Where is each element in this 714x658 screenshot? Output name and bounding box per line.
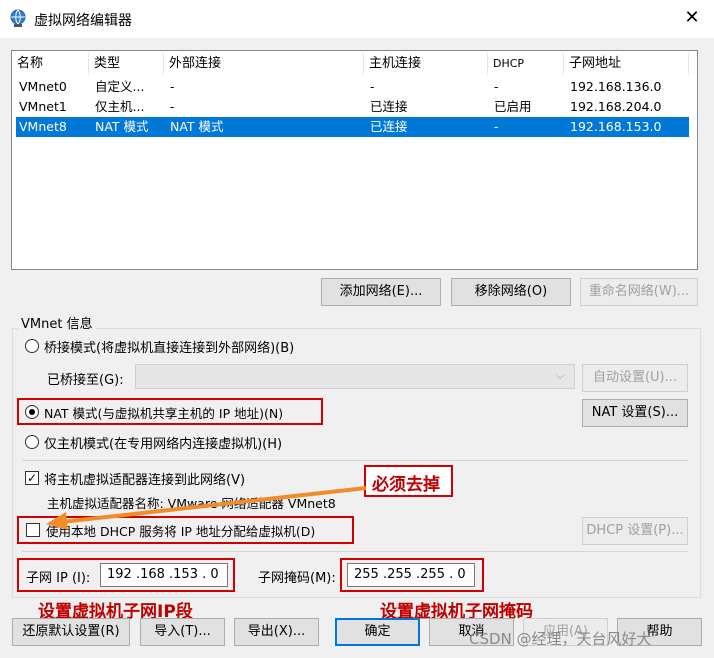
window-title: 虚拟网络编辑器 <box>34 13 132 29</box>
row-type: 自定义... <box>95 79 145 94</box>
row-external: - <box>170 99 175 114</box>
row-dhcp: - <box>494 79 499 94</box>
must-remove-annotation: 必须去掉 <box>372 475 440 495</box>
row-subnet: 192.168.153.0 <box>570 119 662 134</box>
connect-adapter-checkbox[interactable]: ✓ <box>25 471 39 485</box>
row-subnet: 192.168.204.0 <box>570 99 662 114</box>
close-icon[interactable]: ✕ <box>680 6 704 30</box>
export-button[interactable]: 导出(X)... <box>234 618 319 646</box>
vmnet-info-label: VMnet 信息 <box>18 313 96 332</box>
row-name: VMnet1 <box>19 99 67 114</box>
network-globe-icon <box>10 9 26 27</box>
column-header-external[interactable]: 外部连接 <box>164 53 364 75</box>
bridged-to-select[interactable] <box>135 364 575 389</box>
hostonly-radio[interactable] <box>25 435 39 449</box>
dhcp-checkbox[interactable] <box>26 523 40 537</box>
dhcp-settings-button[interactable]: DHCP 设置(P)... <box>582 517 688 545</box>
table-row-selected[interactable]: VMnet8 NAT 模式 NAT 模式 已连接 - 192.168.153.0 <box>16 117 689 137</box>
nat-settings-button[interactable]: NAT 设置(S)... <box>582 399 688 427</box>
row-external: NAT 模式 <box>170 119 224 134</box>
bridged-to-label: 已桥接至(G): <box>47 373 124 388</box>
chevron-down-icon: ⌵ <box>556 369 565 382</box>
table-row[interactable]: VMnet0 自定义... - - - 192.168.136.0 <box>16 77 689 97</box>
column-header-name[interactable]: 名称 <box>12 53 89 75</box>
subnet-ip-input[interactable]: 192 .168 .153 . 0 <box>100 563 228 587</box>
divider <box>22 460 688 461</box>
row-dhcp: 已启用 <box>494 99 532 114</box>
restore-defaults-button[interactable]: 还原默认设置(R) <box>12 618 130 646</box>
hostonly-label: 仅主机模式(在专用网络内连接虚拟机)(H) <box>44 437 283 452</box>
network-table[interactable]: 名称 类型 外部连接 主机连接 DHCP 子网地址 VMnet0 自定义... … <box>11 50 698 270</box>
row-host: - <box>370 79 375 94</box>
remove-network-button[interactable]: 移除网络(O) <box>451 278 571 306</box>
subnet-ip-label: 子网 IP (I): <box>26 571 91 586</box>
row-type: NAT 模式 <box>95 119 149 134</box>
rename-network-button[interactable]: 重命名网络(W)... <box>580 278 698 306</box>
row-dhcp: - <box>494 119 499 134</box>
bridged-radio[interactable] <box>25 339 39 353</box>
row-host: 已连接 <box>370 99 408 114</box>
column-header-dhcp[interactable]: DHCP <box>488 53 564 75</box>
divider <box>22 551 688 552</box>
row-name: VMnet0 <box>19 79 67 94</box>
column-header-type[interactable]: 类型 <box>89 53 164 75</box>
subnet-mask-label: 子网掩码(M): <box>258 571 336 586</box>
row-name: VMnet8 <box>19 119 67 134</box>
annotation-arrow <box>46 486 367 530</box>
row-external: - <box>170 79 175 94</box>
subnet-mask-input[interactable]: 255 .255 .255 . 0 <box>347 563 475 587</box>
watermark: CSDN @经理，天台风好大 <box>469 630 652 648</box>
auto-settings-button[interactable]: 自动设置(U)... <box>582 364 688 392</box>
row-host: 已连接 <box>370 119 408 134</box>
row-subnet: 192.168.136.0 <box>570 79 662 94</box>
ok-button[interactable]: 确定 <box>335 618 420 646</box>
bridged-label: 桥接模式(将虚拟机直接连接到外部网络)(B) <box>44 341 295 356</box>
table-row[interactable]: VMnet1 仅主机... - 已连接 已启用 192.168.204.0 <box>16 97 689 117</box>
row-type: 仅主机... <box>95 99 145 114</box>
nat-label: NAT 模式(与虚拟机共享主机的 IP 地址)(N) <box>44 406 284 421</box>
import-button[interactable]: 导入(T)... <box>140 618 225 646</box>
add-network-button[interactable]: 添加网络(E)... <box>321 278 441 306</box>
column-header-subnet[interactable]: 子网地址 <box>564 53 689 75</box>
nat-radio[interactable] <box>25 405 39 419</box>
column-header-host[interactable]: 主机连接 <box>364 53 488 75</box>
